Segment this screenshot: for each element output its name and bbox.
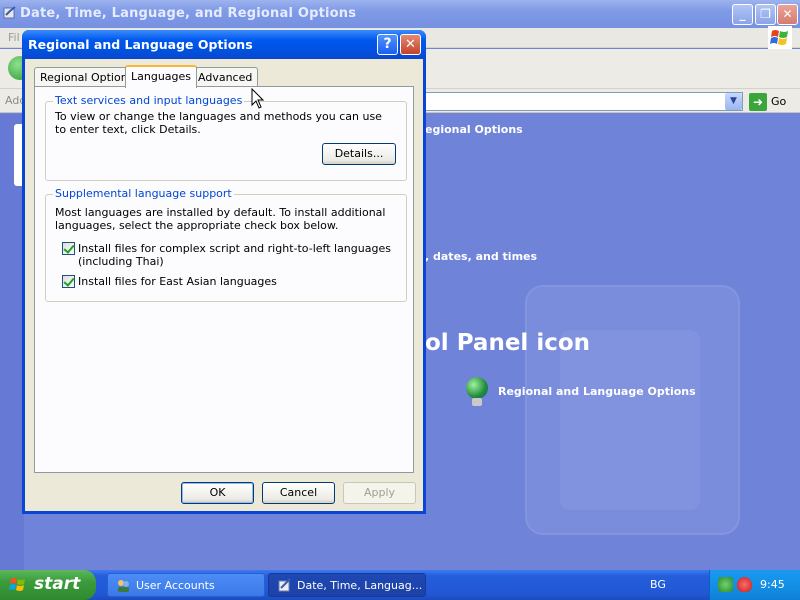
complex-script-label[interactable]: Install files for complex script and rig… — [78, 242, 398, 268]
minimize-button[interactable]: _ — [732, 4, 753, 25]
details-button[interactable]: Details... — [322, 143, 396, 165]
security-shield-icon[interactable] — [737, 577, 752, 592]
supplemental-legend: Supplemental language support — [53, 187, 234, 200]
task-heading[interactable]: , dates, and times — [425, 250, 537, 263]
regional-options-link[interactable]: Regional and Language Options — [498, 385, 696, 398]
globe-icon[interactable] — [466, 377, 488, 399]
windows-flag-icon — [768, 26, 792, 50]
text-services-description: To view or change the languages and meth… — [55, 110, 382, 136]
taskbar-item-user-accounts[interactable]: User Accounts — [107, 573, 265, 597]
taskbar-item-label: Date, Time, Languag... — [297, 579, 423, 592]
user-accounts-icon — [118, 580, 129, 592]
chevron-down-icon[interactable]: ▼ — [725, 93, 742, 110]
taskbar-item-label: User Accounts — [136, 579, 215, 592]
watermark-graphic-inner — [560, 330, 700, 510]
east-asian-label[interactable]: Install files for East Asian languages — [78, 275, 398, 288]
supplemental-description: Most languages are installed by default.… — [55, 206, 386, 232]
help-button[interactable]: ? — [377, 34, 398, 55]
category-heading: egional Options — [425, 123, 523, 136]
network-icon[interactable] — [718, 577, 733, 592]
go-arrow-icon[interactable]: ➜ — [749, 93, 767, 111]
dialog-titlebar[interactable]: Regional and Language Options ? ✕ — [22, 30, 426, 59]
globe-stand-icon — [472, 398, 482, 406]
regional-language-dialog: Regional and Language Options ? ✕ Region… — [22, 30, 426, 514]
close-icon[interactable]: ✕ — [400, 34, 421, 55]
tab-advanced[interactable]: Advanced — [192, 67, 259, 88]
cancel-button[interactable]: Cancel — [262, 482, 335, 504]
control-panel-icon — [3, 6, 16, 19]
address-input[interactable] — [425, 92, 743, 111]
apply-button[interactable]: Apply — [343, 482, 416, 504]
complex-script-checkbox[interactable] — [62, 242, 75, 255]
taskbar: start User Accounts Date, Time, Languag.… — [0, 570, 800, 600]
language-indicator[interactable]: BG — [650, 578, 666, 591]
control-panel-icon — [278, 578, 291, 592]
taskbar-item-date-time[interactable]: Date, Time, Languag... — [268, 573, 426, 597]
ok-button[interactable]: OK — [181, 482, 254, 504]
windows-logo-icon — [9, 578, 25, 591]
mouse-pointer-icon — [251, 88, 265, 109]
dialog-body: Regional Options Languages Advanced Text… — [25, 59, 423, 511]
pick-icon-heading: ol Panel icon — [425, 330, 591, 356]
tab-regional-options[interactable]: Regional Options — [34, 67, 140, 88]
tab-languages[interactable]: Languages — [125, 65, 198, 88]
languages-tab-panel: Text services and input languages To vie… — [34, 86, 414, 473]
go-button-label[interactable]: Go — [771, 95, 786, 108]
menu-file[interactable]: Fil — [8, 31, 20, 44]
start-label: start — [34, 574, 81, 594]
maximize-button[interactable]: ❐ — [755, 4, 776, 25]
clock[interactable]: 9:45 — [760, 578, 785, 591]
east-asian-checkbox[interactable] — [62, 275, 75, 288]
control-panel-title: Date, Time, Language, and Regional Optio… — [20, 6, 357, 21]
start-button[interactable]: start — [0, 570, 96, 600]
text-services-legend: Text services and input languages — [53, 94, 245, 107]
close-window-button[interactable]: ✕ — [777, 4, 798, 25]
dialog-title: Regional and Language Options — [28, 37, 253, 52]
control-panel-titlebar: Date, Time, Language, and Regional Optio… — [0, 0, 800, 28]
